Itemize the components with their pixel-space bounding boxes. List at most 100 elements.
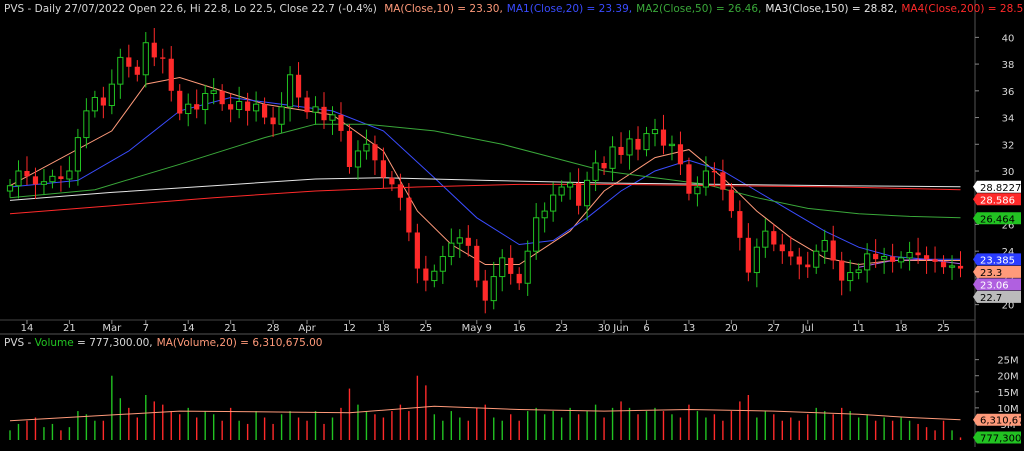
time-tick-label: 16	[513, 323, 526, 334]
candle-body	[414, 232, 420, 269]
time-tick-label: 21	[63, 323, 76, 334]
candle-body	[567, 182, 574, 188]
volume-header-value: = 777,300.00,	[74, 337, 153, 349]
candle-body	[363, 143, 370, 152]
candle-body	[346, 130, 353, 167]
candle-body	[236, 101, 243, 111]
time-tick-label: 28	[267, 323, 280, 334]
volume-tick-label: 10M	[997, 404, 1018, 415]
time-tick-label: May 9	[462, 323, 492, 334]
candle-body	[660, 129, 667, 146]
time-tick-label: 18	[895, 323, 908, 334]
candle-body	[295, 74, 302, 98]
time-tick-label: 14	[182, 323, 195, 334]
candle-body	[40, 181, 48, 185]
candle-body	[431, 270, 438, 282]
candle-body	[329, 114, 336, 121]
candle-body	[643, 133, 650, 151]
candle-body	[855, 269, 862, 274]
candle-body	[74, 137, 81, 172]
candle-body	[728, 189, 734, 212]
volume-header: PVS - Volume = 777,300.00, MA(Volume,20) …	[4, 337, 322, 349]
candle-body	[117, 56, 124, 85]
candle-body	[389, 177, 395, 185]
price-header: PVS - Daily 27/07/2022 Open 22.6, Hi 22.…	[4, 3, 1024, 15]
candle-body	[32, 176, 39, 185]
candle-body	[940, 261, 947, 268]
price-tick-label: 32	[1002, 140, 1015, 151]
candle-body	[474, 245, 480, 281]
time-tick-label: 6	[643, 323, 649, 334]
candle-body	[185, 103, 192, 115]
candle-body	[821, 239, 828, 252]
candle-body	[482, 280, 488, 301]
time-tick-label: 14	[21, 323, 34, 334]
time-tick-label: 21	[224, 323, 237, 334]
candle-body	[745, 237, 751, 273]
candle-body	[245, 101, 251, 111]
candle-body	[813, 250, 820, 268]
volume-header-label: Volume	[35, 337, 74, 349]
candle-body	[898, 257, 905, 263]
price-badge-text: 26.464	[980, 214, 1015, 225]
candle-body	[762, 230, 769, 248]
header-main: PVS - Daily 27/07/2022 Open 22.6, Hi 22.…	[4, 3, 377, 15]
candle-body	[151, 42, 157, 58]
candle-body	[873, 253, 879, 260]
candle-body	[583, 179, 591, 207]
time-tick-label: 13	[683, 323, 696, 334]
candle-body	[253, 103, 260, 112]
candle-body	[49, 175, 56, 183]
candle-body	[58, 176, 64, 180]
candle-body	[142, 42, 149, 76]
price-badge-text: 23.3	[980, 268, 1002, 279]
candle-body	[321, 106, 327, 121]
candle-body	[210, 90, 217, 94]
time-tick-label: 27	[767, 323, 780, 334]
candle-body	[15, 170, 22, 187]
candle-body	[694, 186, 701, 195]
candle-body	[278, 106, 285, 125]
candle-body	[550, 194, 557, 212]
candle-body	[83, 110, 90, 139]
candle-body	[830, 240, 836, 261]
candle-body	[423, 268, 429, 281]
candle-body	[91, 97, 98, 112]
candle-body	[592, 162, 599, 181]
time-tick-label: 11	[852, 323, 865, 334]
candle-body	[499, 257, 506, 278]
candle-body	[737, 211, 743, 238]
candle-body	[465, 237, 471, 246]
candle-body	[702, 170, 710, 188]
price-badge-text: 28.8227	[980, 183, 1021, 194]
candle-body	[948, 265, 956, 268]
candle-body	[262, 104, 268, 118]
price-badge-text: 23.385	[980, 255, 1015, 266]
volume-tick-label: 20M	[997, 372, 1018, 383]
volume-badge-text: 6,310,675	[980, 416, 1024, 427]
time-tick-label: 25	[937, 323, 950, 334]
candle-body	[66, 170, 73, 180]
price-tick-label: 38	[1002, 60, 1015, 71]
candle-body	[524, 250, 531, 284]
candle-body	[711, 171, 717, 173]
candle-body	[312, 106, 319, 113]
time-tick-label: 12	[343, 323, 356, 334]
candle-body	[508, 257, 514, 274]
time-tick-label: 20	[725, 323, 738, 334]
candle-body	[771, 231, 777, 245]
candle-body	[805, 264, 811, 268]
candle-body	[134, 66, 140, 75]
chart-canvas: 20222426283032343638405M10M15M20M25M1421…	[0, 0, 1024, 447]
candlestick-chart: 20222426283032343638405M10M15M20M25M1421…	[0, 0, 1024, 447]
header-ma-item: MA4(Close,200) = 28.59,	[901, 3, 1024, 15]
candle-body	[839, 260, 845, 281]
candle-body	[720, 172, 726, 190]
header-ma-item: MA1(Close,20) = 23.39,	[507, 3, 632, 15]
candle-body	[516, 273, 522, 284]
candle-body	[635, 138, 641, 150]
volume-badge-text: 777,300	[980, 434, 1021, 445]
candle-body	[286, 74, 294, 108]
candle-body	[779, 244, 785, 252]
candle-body	[753, 246, 760, 274]
